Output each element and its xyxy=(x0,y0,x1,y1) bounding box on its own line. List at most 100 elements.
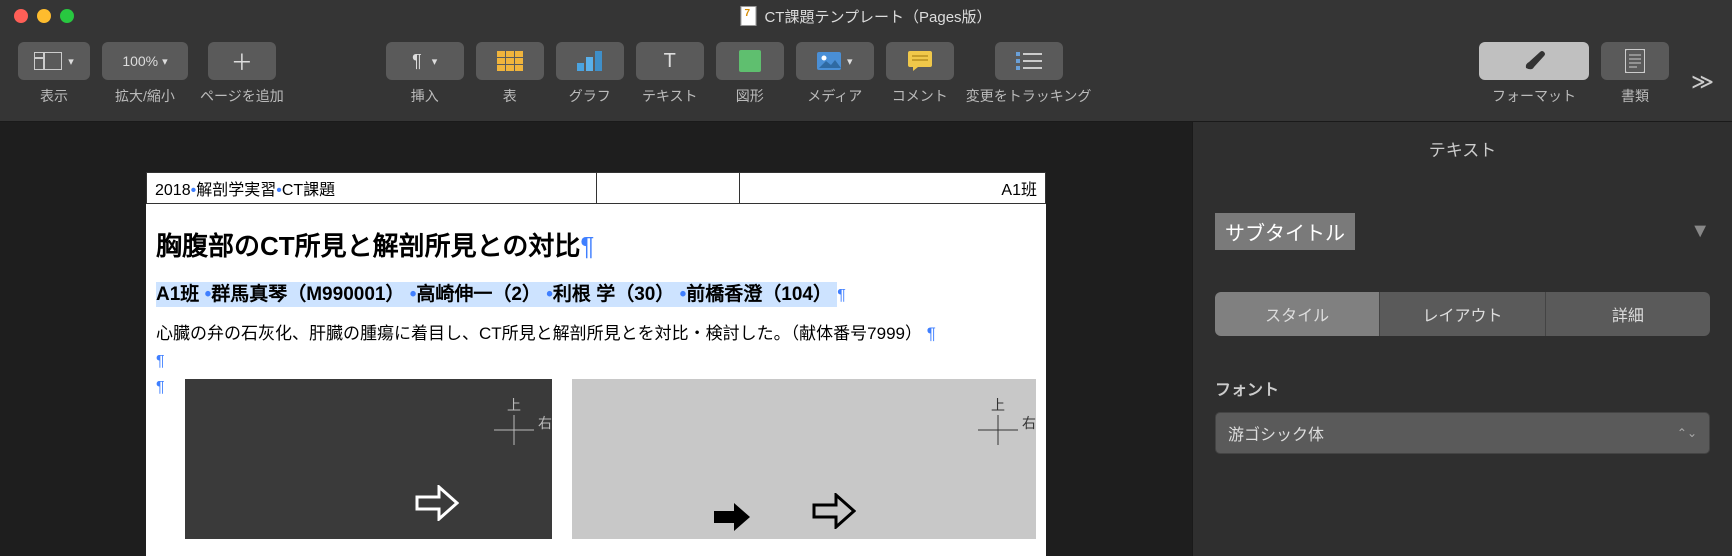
minimize-window-button[interactable] xyxy=(37,9,51,23)
comment-group: コメント xyxy=(886,42,954,106)
brush-icon xyxy=(1522,50,1546,72)
header-left-cell[interactable]: 2018•解剖学実習•CT課題 xyxy=(147,173,597,204)
selected-text: A1班 •群馬真琴（M990001） •高崎伸一（2） •利根 学（30） •前… xyxy=(156,282,837,307)
close-window-button[interactable] xyxy=(14,9,28,23)
compass-up: 上 xyxy=(978,395,1018,415)
maximize-window-button[interactable] xyxy=(60,9,74,23)
tracking-button[interactable] xyxy=(995,42,1063,80)
document-title[interactable]: 胸腹部のCT所見と解剖所見との対比¶ xyxy=(156,226,1036,263)
zoom-label: 拡大/縮小 xyxy=(115,86,175,106)
author-line[interactable]: A1班 •群馬真琴（M990001） •高崎伸一（2） •利根 学（30） •前… xyxy=(156,279,1036,306)
window-title-text: CT課題テンプレート（Pages版） xyxy=(764,6,991,27)
font-family-select[interactable]: 游ゴシック体 ⌃⌄ xyxy=(1215,412,1710,454)
arrow-right-outline-icon xyxy=(415,485,459,521)
compass-marker: 上 右 xyxy=(494,395,534,445)
add-page-label: ページを追加 xyxy=(200,86,284,106)
tab-style[interactable]: スタイル xyxy=(1215,292,1380,336)
zoom-group: 100% ▾ 拡大/縮小 xyxy=(102,42,188,106)
document-button[interactable] xyxy=(1601,42,1669,80)
title-text: 胸腹部のCT所見と解剖所見との対比 xyxy=(156,231,580,261)
tab-layout[interactable]: レイアウト xyxy=(1380,292,1545,336)
font-family-value: 游ゴシック体 xyxy=(1228,421,1324,445)
author-4: 前橋香澄（104） xyxy=(686,284,832,305)
zoom-value: 100% xyxy=(122,53,158,69)
media-button[interactable]: ▾ xyxy=(796,42,874,80)
traffic-lights xyxy=(14,9,74,23)
document-canvas[interactable]: 2018•解剖学実習•CT課題 A1班 胸腹部のCT所見と解剖所見との対比¶ A… xyxy=(0,122,1192,556)
pilcrow-icon: ¶ xyxy=(837,287,846,304)
insert-label: 挿入 xyxy=(411,86,439,106)
author-2: 高崎伸一（2） xyxy=(416,284,541,305)
plus-icon: ＋ xyxy=(231,45,253,77)
tracking-group: 変更をトラッキング xyxy=(966,42,1092,106)
table-button[interactable] xyxy=(476,42,544,80)
shape-button[interactable] xyxy=(716,42,784,80)
body-text: 心臓の弁の石灰化、肝臓の腫瘍に着目し、CT所見と解剖所見とを対比・検討した。（献… xyxy=(156,324,922,343)
compass-marker: 上 右 xyxy=(978,395,1018,445)
format-label: フォーマット xyxy=(1492,86,1576,106)
shape-group: 図形 xyxy=(716,42,784,106)
comment-icon xyxy=(908,51,932,71)
style-section: サブタイトル ▼ xyxy=(1193,213,1732,250)
comment-label: コメント xyxy=(892,86,948,106)
pilcrow-icon: ¶ xyxy=(156,379,165,397)
text-label: テキスト xyxy=(642,86,698,106)
comment-button[interactable] xyxy=(886,42,954,80)
image-placeholder-dark[interactable]: 上 右 xyxy=(185,379,552,539)
tracking-label: 変更をトラッキング xyxy=(966,86,1092,106)
document-group: 書類 xyxy=(1601,42,1669,106)
pilcrow-icon: ¶ xyxy=(927,324,936,343)
document-body[interactable]: 胸腹部のCT所見と解剖所見との対比¶ A1班 •群馬真琴（M990001） •高… xyxy=(146,204,1046,539)
titlebar: CT課題テンプレート（Pages版） xyxy=(0,0,1732,32)
compass-right: 右 xyxy=(1022,413,1036,433)
chevron-down-icon: ▾ xyxy=(162,55,168,68)
header-table: 2018•解剖学実習•CT課題 A1班 xyxy=(146,172,1046,204)
author-group: A1班 xyxy=(156,284,199,305)
chart-button[interactable] xyxy=(556,42,624,80)
compass-up: 上 xyxy=(494,395,534,415)
text-button[interactable]: T xyxy=(636,42,704,80)
paragraph-style-row[interactable]: サブタイトル ▼ xyxy=(1215,213,1710,250)
header-year: 2018 xyxy=(155,182,191,199)
insert-button[interactable]: ¶ ▾ xyxy=(386,42,464,80)
image-placeholder-light[interactable]: 上 右 xyxy=(572,379,1036,539)
chevron-down-icon: ▾ xyxy=(432,55,438,68)
tracking-icon xyxy=(1016,52,1042,70)
chart-icon xyxy=(577,51,603,71)
text-group: T テキスト xyxy=(636,42,704,106)
format-button[interactable] xyxy=(1479,42,1589,80)
select-arrows-icon: ⌃⌄ xyxy=(1677,426,1697,440)
document-icon xyxy=(740,6,756,26)
tab-detail[interactable]: 詳細 xyxy=(1546,292,1710,336)
inspector-panel: テキスト サブタイトル ▼ スタイル レイアウト 詳細 フォント 游ゴシック体 … xyxy=(1192,122,1732,556)
compass-right: 右 xyxy=(538,413,552,433)
page: 2018•解剖学実習•CT課題 A1班 胸腹部のCT所見と解剖所見との対比¶ A… xyxy=(146,172,1046,556)
inspector-tabs: スタイル レイアウト 詳細 xyxy=(1215,292,1710,336)
document-icon xyxy=(1625,49,1645,73)
text-icon: T xyxy=(664,50,676,73)
view-label: 表示 xyxy=(40,86,68,106)
author-1: 群馬真琴（M990001） xyxy=(211,284,404,305)
arrow-right-outline-icon xyxy=(812,493,856,529)
font-label: フォント xyxy=(1215,376,1710,400)
toolbar: ▾ 表示 100% ▾ 拡大/縮小 ＋ ページを追加 ¶ ▾ 挿入 xyxy=(0,32,1732,122)
inspector-title: テキスト xyxy=(1193,122,1732,175)
window-title: CT課題テンプレート（Pages版） xyxy=(740,6,991,27)
header-mid: 解剖学実習 xyxy=(196,182,276,199)
table-row: 2018•解剖学実習•CT課題 A1班 xyxy=(147,173,1046,204)
media-group: ▾ メディア xyxy=(796,42,874,106)
chart-group: グラフ xyxy=(556,42,624,106)
author-3: 利根 学（30） xyxy=(553,284,674,305)
header-right-text: CT課題 xyxy=(282,182,335,199)
body-paragraph[interactable]: 心臓の弁の石灰化、肝臓の腫瘍に着目し、CT所見と解剖所見とを対比・検討した。（献… xyxy=(156,320,1036,347)
zoom-button[interactable]: 100% ▾ xyxy=(102,42,188,80)
view-button[interactable]: ▾ xyxy=(18,42,90,80)
header-center-cell[interactable] xyxy=(596,173,740,204)
header-right-cell[interactable]: A1班 xyxy=(740,173,1046,204)
pilcrow-icon: ¶ xyxy=(412,51,422,72)
overflow-button[interactable]: ≫ xyxy=(1691,69,1714,95)
add-page-button[interactable]: ＋ xyxy=(208,42,276,80)
add-page-group: ＋ ページを追加 xyxy=(200,42,284,106)
document-label: 書類 xyxy=(1621,86,1649,106)
dot-icon: • xyxy=(546,284,553,305)
